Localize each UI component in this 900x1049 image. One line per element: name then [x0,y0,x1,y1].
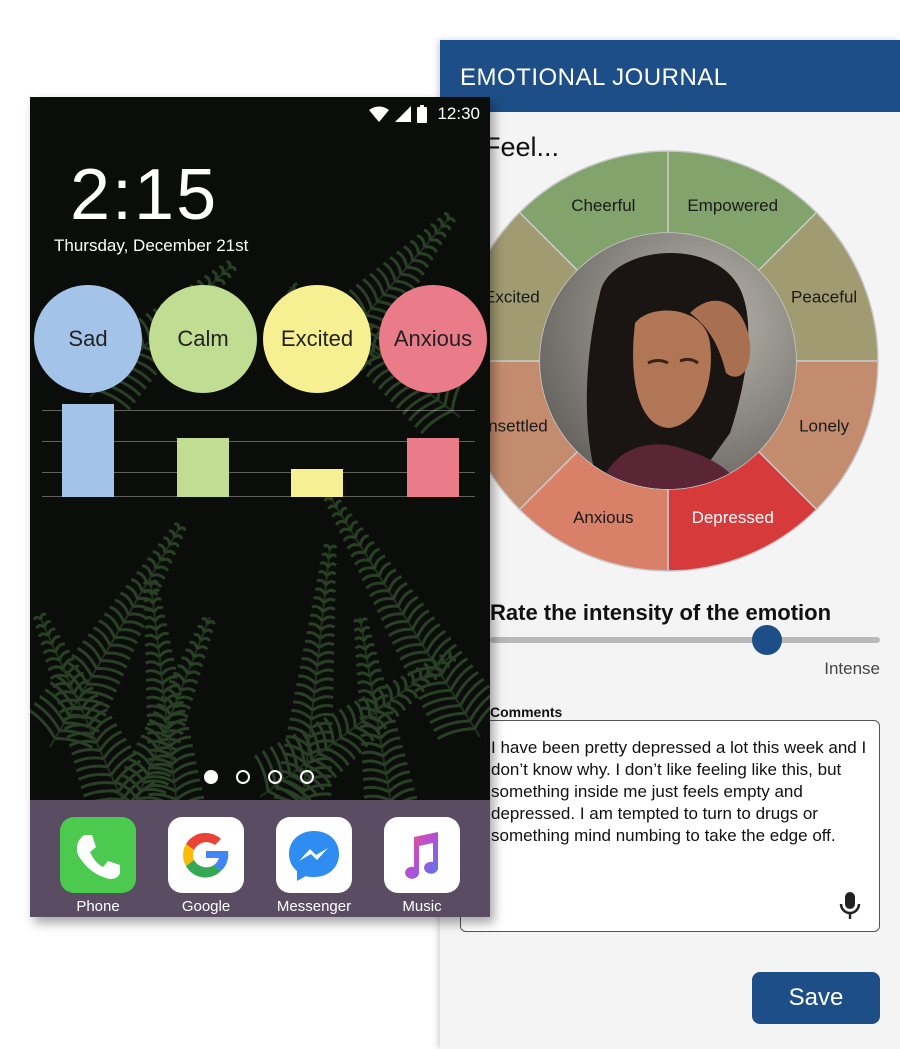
dock-app-google[interactable]: Google [168,817,244,915]
page-dot[interactable] [204,770,218,784]
comments-textarea[interactable]: I have been pretty depressed a lot this … [460,720,880,932]
lock-screen-clock: 2:15 [70,155,219,235]
phone-icon [60,817,136,893]
dock-app-label: Messenger [276,898,352,915]
page-dot[interactable] [268,770,282,784]
emotional-journal-panel: EMOTIONAL JOURNAL Feel... Cheerful Empowe… [440,40,900,1049]
cellular-signal-icon [395,106,412,122]
wheel-label-cheerful: Cheerful [571,196,635,215]
wifi-icon [369,106,390,122]
dock-app-label: Music [402,898,442,915]
distressed-person-photo [540,233,796,489]
mood-button-calm[interactable]: Calm [149,285,257,393]
save-button[interactable]: Save [752,972,880,1024]
phone-lock-screen: 12:30 2:15 Thursday, December 21st Sad Ca… [30,97,490,917]
google-icon [168,817,244,893]
comments-label: Comments [490,704,563,720]
status-time: 12:30 [437,104,480,123]
dock-app-music[interactable]: Music [384,817,460,915]
dock-app-messenger[interactable]: Messenger [276,817,352,915]
wheel-label-depressed: Depressed [692,508,774,527]
wheel-label-excited: Excited [484,287,540,306]
dock-app-label: Google [181,898,231,915]
app-dock: Phone Google Messenger Music [30,800,490,917]
battery-icon [417,105,428,123]
mood-bar-calm [177,438,229,497]
wheel-label-peaceful: Peaceful [791,287,857,306]
intensity-slider-thumb[interactable] [751,625,782,655]
status-bar: 12:30 [369,103,480,125]
wheel-label-anxious: Anxious [573,508,633,527]
intensity-slider-track[interactable] [490,637,880,643]
page-dot[interactable] [236,770,250,784]
mood-bar-sad [62,404,114,497]
mood-bar-excited [291,469,343,497]
intense-label: Intense [824,659,880,678]
lock-screen-date: Thursday, December 21st [54,236,249,255]
mood-button-anxious[interactable]: Anxious [379,285,487,393]
intensity-label: Rate the intensity of the emotion [490,600,832,625]
comments-text: I have been pretty depressed a lot this … [491,738,867,845]
microphone-icon[interactable] [839,891,861,921]
mood-button-excited[interactable]: Excited [263,285,371,393]
page-indicator[interactable] [204,770,314,784]
wheel-label-empowered: Empowered [687,196,778,215]
wheel-label-lonely: Lonely [799,417,850,436]
mood-bar-anxious [407,438,459,497]
dock-app-phone[interactable]: Phone [60,817,136,915]
dock-app-label: Phone [76,898,120,915]
mood-button-sad[interactable]: Sad [34,285,142,393]
page-dot[interactable] [300,770,314,784]
messenger-icon [276,817,352,893]
music-icon [384,817,460,893]
